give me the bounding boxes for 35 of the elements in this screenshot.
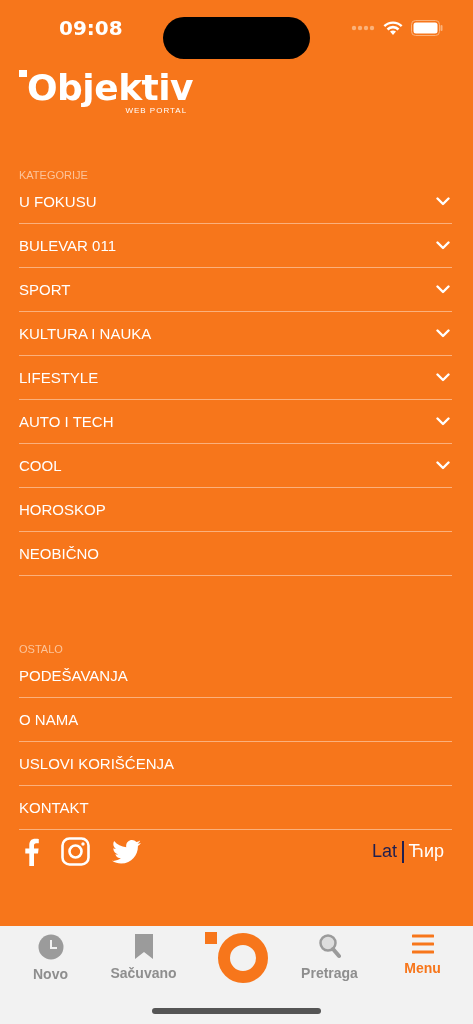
bookmark-icon	[133, 934, 154, 959]
wifi-icon	[383, 20, 403, 36]
twitter-icon[interactable]	[112, 839, 141, 864]
category-link[interactable]: O NAMA	[19, 698, 452, 742]
category-link[interactable]: BULEVAR 011	[19, 224, 452, 268]
tab-item[interactable]: Pretraga	[283, 932, 376, 981]
category-link[interactable]: NEOBIČNO	[19, 532, 452, 576]
menu-icon	[411, 934, 434, 954]
category-link[interactable]: U FOKUSU	[19, 180, 452, 224]
clock-icon	[37, 934, 64, 960]
tab-item[interactable]: Menu	[376, 932, 469, 976]
status-time: 09:08	[59, 16, 123, 40]
category-link[interactable]: SPORT	[19, 268, 452, 312]
tab-item[interactable]: Novo	[4, 932, 97, 982]
category-link[interactable]: KONTAKT	[19, 786, 452, 830]
logo-tagline: WEB PORTAL	[125, 106, 188, 115]
facebook-icon[interactable]	[24, 837, 39, 866]
tab-item[interactable]: Sačuvano	[97, 932, 190, 981]
category-link[interactable]: LIFESTYLE	[19, 356, 452, 400]
section-heading: KATEGORIJE	[19, 169, 89, 183]
instagram-icon[interactable]	[61, 837, 90, 866]
logo-icon	[204, 932, 269, 984]
battery-icon	[411, 20, 443, 36]
category-link[interactable]: KULTURA I NAUKA	[19, 312, 452, 356]
category-link[interactable]: HOROSKOP	[19, 488, 452, 532]
script-option[interactable]: Ћир	[408, 841, 444, 862]
category-link[interactable]: USLOVI KORIŠĆENJA	[19, 742, 452, 786]
category-link[interactable]: AUTO I TECH	[19, 400, 452, 444]
signal-icon	[351, 25, 375, 31]
section-heading: OSTALO	[19, 643, 64, 657]
script-option[interactable]: Lat	[372, 841, 398, 862]
category-link[interactable]: PODEŠAVANJA	[19, 654, 452, 698]
search-icon	[318, 934, 341, 959]
category-link[interactable]: COOL	[19, 444, 452, 488]
logo-wordmark: Objektiv	[27, 68, 194, 108]
